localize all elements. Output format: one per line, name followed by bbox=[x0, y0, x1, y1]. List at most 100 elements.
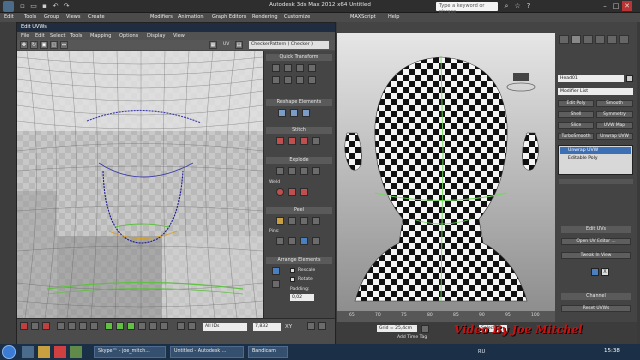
pivot-icon[interactable] bbox=[308, 76, 316, 84]
select-by-element-icon[interactable] bbox=[116, 322, 124, 330]
uvw-menu-view[interactable]: View bbox=[173, 33, 185, 39]
align-center-icon[interactable] bbox=[284, 64, 292, 72]
pack-normalize-icon[interactable] bbox=[272, 267, 280, 275]
smooth-button[interactable]: Smooth bbox=[596, 100, 633, 107]
detach-icon[interactable] bbox=[288, 167, 296, 175]
stack-item-editable-poly[interactable]: Editable Poly bbox=[560, 155, 631, 162]
explorer-icon[interactable] bbox=[38, 346, 50, 358]
pack-custom-icon[interactable] bbox=[272, 280, 280, 288]
break-icon[interactable] bbox=[276, 167, 284, 175]
weld-all-icon[interactable] bbox=[300, 188, 308, 196]
shell-button[interactable]: Shell bbox=[558, 111, 594, 118]
maximize-button[interactable]: □ bbox=[611, 1, 621, 11]
info-icon[interactable]: ☆ bbox=[513, 2, 522, 11]
relax-polys-icon[interactable] bbox=[302, 109, 310, 117]
uvw-menu-select[interactable]: Select bbox=[50, 33, 65, 39]
menu-help[interactable]: Help bbox=[388, 14, 399, 20]
weld-target-icon[interactable] bbox=[276, 188, 284, 196]
clock[interactable]: 15:38 bbox=[604, 348, 620, 354]
rotate-neg-90-icon[interactable] bbox=[188, 322, 196, 330]
menu-rendering[interactable]: Rendering bbox=[252, 14, 278, 20]
start-button[interactable] bbox=[2, 345, 16, 359]
ie-icon[interactable] bbox=[22, 346, 34, 358]
distribute-icon[interactable] bbox=[308, 64, 316, 72]
reset-uvws-button[interactable]: Reset UVWs bbox=[561, 305, 631, 312]
grow-icon[interactable] bbox=[57, 322, 65, 330]
stitch-target-icon[interactable] bbox=[288, 137, 296, 145]
checker-pattern-dropdown[interactable]: CheckerPattern ( Checker ) bbox=[249, 41, 329, 49]
show-map-icon[interactable]: ▦ bbox=[209, 41, 217, 49]
scale-icon[interactable]: ▣ bbox=[40, 41, 48, 49]
arrange-elements-header[interactable]: Arrange Elements bbox=[266, 257, 332, 264]
relax-edges-icon[interactable] bbox=[290, 109, 298, 117]
edit-uvs-header[interactable]: Edit UVs bbox=[561, 226, 631, 233]
paint-select-icon[interactable] bbox=[127, 322, 135, 330]
explode-header[interactable]: Explode bbox=[266, 157, 332, 164]
stitch-average-icon[interactable] bbox=[300, 137, 308, 145]
key-mode-icon[interactable] bbox=[421, 325, 429, 333]
menu-graph-editors[interactable]: Graph Editors bbox=[212, 14, 246, 20]
soft-select-icon[interactable] bbox=[149, 322, 157, 330]
reset-peel-icon[interactable] bbox=[300, 217, 308, 225]
turbosmooth-button[interactable]: TurboSmooth bbox=[558, 133, 594, 140]
flatten-by-smoothing-icon[interactable] bbox=[312, 167, 320, 175]
mirror-icon[interactable]: ⇔ bbox=[60, 41, 68, 49]
help-icon[interactable]: ? bbox=[524, 2, 533, 11]
create-tab-icon[interactable] bbox=[559, 35, 569, 44]
move-icon[interactable]: ✥ bbox=[20, 41, 28, 49]
flip-icon[interactable] bbox=[284, 76, 292, 84]
language-indicator[interactable]: RU bbox=[478, 349, 485, 355]
channel-header[interactable]: Channel bbox=[561, 293, 631, 300]
task-3dsmax[interactable]: Untitled - Autodesk ... bbox=[170, 346, 244, 358]
align-left-icon[interactable] bbox=[272, 64, 280, 72]
perspective-viewport[interactable] bbox=[337, 33, 555, 311]
shrink-icon[interactable] bbox=[68, 322, 76, 330]
stitch-header[interactable]: Stitch bbox=[266, 127, 332, 134]
stitch-source-icon[interactable] bbox=[276, 137, 284, 145]
flatten-icon[interactable] bbox=[300, 167, 308, 175]
uv-editor-viewport[interactable] bbox=[17, 51, 263, 318]
uvw-menu-edit[interactable]: Edit bbox=[35, 33, 45, 39]
close-button[interactable]: ✕ bbox=[622, 1, 632, 11]
edge-mode-icon[interactable] bbox=[31, 322, 39, 330]
object-color-swatch[interactable] bbox=[626, 75, 633, 82]
quick-peel-icon[interactable] bbox=[276, 217, 284, 225]
object-name-field[interactable]: Head01 bbox=[558, 75, 624, 82]
uvw-menu-display[interactable]: Display bbox=[147, 33, 165, 39]
display-tab-icon[interactable] bbox=[607, 35, 617, 44]
tweak-in-view-button[interactable]: Tweak In View bbox=[561, 252, 631, 259]
auto-pin-icon[interactable] bbox=[300, 237, 308, 245]
rotate-checkbox[interactable] bbox=[290, 277, 295, 282]
seam-icon[interactable] bbox=[312, 217, 320, 225]
unpin-icon[interactable] bbox=[288, 237, 296, 245]
menu-group[interactable]: Group bbox=[44, 14, 59, 20]
uvw-map-button[interactable]: UVW Map bbox=[596, 122, 633, 129]
menu-maxscript[interactable]: MAXScript bbox=[350, 14, 376, 20]
unwrap-uvw-button[interactable]: Unwrap UVW bbox=[596, 133, 633, 140]
menu-edit[interactable]: Edit bbox=[4, 14, 14, 20]
menu-create[interactable]: Create bbox=[88, 14, 105, 20]
planar-x-icon[interactable]: X bbox=[601, 268, 609, 276]
menu-animation[interactable]: Animation bbox=[178, 14, 204, 20]
task-skype[interactable]: Skype™ - joe_mitch... bbox=[94, 346, 166, 358]
select-pins-icon[interactable] bbox=[312, 237, 320, 245]
search-icon[interactable]: ⌕ bbox=[502, 2, 511, 11]
straighten-icon[interactable] bbox=[272, 76, 280, 84]
ring-icon[interactable] bbox=[90, 322, 98, 330]
weld-selected-icon[interactable] bbox=[288, 188, 296, 196]
menu-modifiers[interactable]: Modifiers bbox=[150, 14, 173, 20]
select-element-icon[interactable] bbox=[105, 322, 113, 330]
space-icon[interactable] bbox=[296, 76, 304, 84]
u-coordinate-field[interactable]: 7,832 bbox=[253, 323, 281, 331]
stack-item-unwrap-uvw[interactable]: Unwrap UVW bbox=[560, 147, 631, 154]
vertex-mode-icon[interactable] bbox=[20, 322, 28, 330]
falloff-icon[interactable] bbox=[160, 322, 168, 330]
uvw-menu-file[interactable]: File bbox=[21, 33, 29, 39]
peel-mode-icon[interactable] bbox=[288, 217, 296, 225]
search-input[interactable]: Type a keyword or phrase bbox=[436, 2, 498, 15]
freeform-icon[interactable]: ◫ bbox=[50, 41, 58, 49]
timeline[interactable]: 65 70 75 80 85 90 95 100 bbox=[337, 311, 555, 322]
motion-tab-icon[interactable] bbox=[595, 35, 605, 44]
quick-transform-header[interactable]: Quick Transform bbox=[266, 54, 332, 61]
zoom-icon[interactable] bbox=[318, 322, 326, 330]
